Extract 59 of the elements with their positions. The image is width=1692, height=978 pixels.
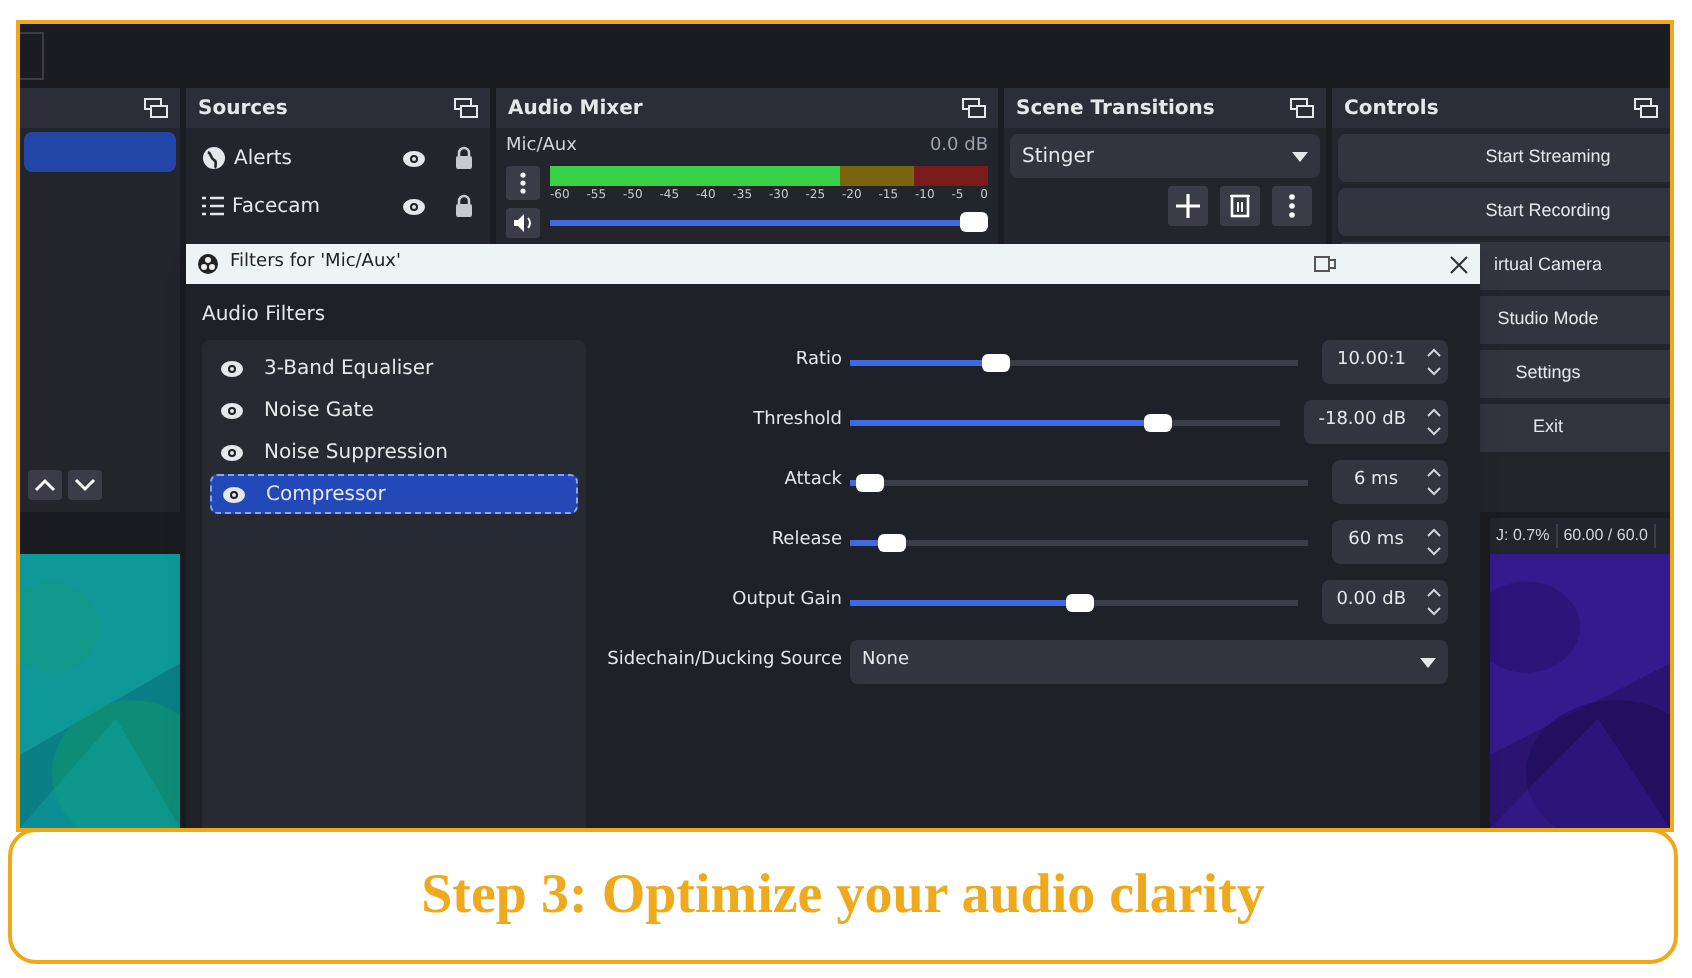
more-icon[interactable] bbox=[506, 165, 540, 199]
property-label: Sidechain/Ducking Source bbox=[605, 648, 842, 675]
spin-box[interactable]: -18.00 dB bbox=[1304, 400, 1448, 444]
property-label: Ratio bbox=[793, 348, 842, 375]
undock-icon[interactable] bbox=[144, 98, 168, 118]
filter-item[interactable]: Compressor bbox=[210, 474, 578, 514]
source-select[interactable]: None bbox=[850, 640, 1448, 684]
filter-item[interactable]: Noise Suppression bbox=[210, 432, 578, 472]
filter-item[interactable]: Noise Gate bbox=[210, 390, 578, 430]
spin-box[interactable]: 60 ms bbox=[1332, 520, 1448, 564]
db-reading: 0.0 dB bbox=[929, 134, 988, 160]
list-icon bbox=[202, 196, 224, 216]
eye-icon[interactable] bbox=[402, 149, 426, 167]
control-button[interactable]: Start Recording bbox=[1338, 188, 1670, 236]
source-name[interactable]: Alerts bbox=[234, 143, 394, 173]
channel-name: Mic/Aux bbox=[506, 134, 577, 160]
dock-title: Sources bbox=[198, 95, 288, 123]
more-icon[interactable] bbox=[1272, 186, 1312, 226]
eye-icon[interactable] bbox=[220, 401, 244, 419]
stat-value: 60.00 / 60.0 bbox=[1557, 524, 1656, 548]
trash-icon[interactable] bbox=[1220, 186, 1260, 226]
app-logo-icon bbox=[198, 254, 218, 274]
caret-icon bbox=[1420, 657, 1436, 667]
snap-icon[interactable] bbox=[1314, 256, 1336, 272]
spin-box[interactable]: 10.00:1 bbox=[1322, 340, 1448, 384]
stat-value: J: 0.7% bbox=[1490, 524, 1558, 548]
eye-icon[interactable] bbox=[222, 485, 246, 503]
eye-icon[interactable] bbox=[220, 359, 244, 377]
dock-title: Scene Transitions bbox=[1016, 95, 1215, 123]
undock-icon[interactable] bbox=[1634, 98, 1658, 118]
filter-item[interactable]: 3-Band Equaliser bbox=[210, 348, 578, 388]
close-icon[interactable] bbox=[1450, 255, 1468, 273]
source-name[interactable]: Facecam bbox=[232, 191, 394, 221]
move-down-icon[interactable] bbox=[68, 470, 102, 500]
property-label: Attack bbox=[782, 468, 842, 495]
property-label: Release bbox=[769, 528, 842, 555]
control-button[interactable]: Start Streaming bbox=[1338, 134, 1670, 182]
property-label: Output Gain bbox=[730, 588, 842, 615]
eye-icon[interactable] bbox=[220, 443, 244, 461]
dock-title: Audio Mixer bbox=[508, 95, 643, 123]
caret-icon bbox=[1292, 151, 1308, 161]
caption-text: Step 3: Optimize your audio clarity bbox=[421, 862, 1265, 930]
move-up-icon[interactable] bbox=[28, 470, 62, 500]
dialog-title: Filters for 'Mic/Aux' bbox=[230, 250, 403, 277]
spin-box[interactable]: 6 ms bbox=[1332, 460, 1448, 504]
speaker-icon[interactable] bbox=[506, 207, 540, 237]
dock-title: Controls bbox=[1344, 95, 1439, 123]
property-label: Threshold bbox=[751, 408, 842, 435]
undock-icon[interactable] bbox=[962, 98, 986, 118]
globe-icon bbox=[202, 146, 226, 170]
lock-icon[interactable] bbox=[454, 194, 474, 218]
undock-icon[interactable] bbox=[454, 98, 478, 118]
spin-box[interactable]: 0.00 dB bbox=[1322, 580, 1448, 624]
section-label: Audio Filters bbox=[202, 302, 328, 330]
lock-icon[interactable] bbox=[454, 146, 474, 170]
add-icon[interactable] bbox=[1168, 186, 1208, 226]
undock-icon[interactable] bbox=[1290, 98, 1314, 118]
transition-select[interactable]: Stinger bbox=[1010, 134, 1320, 178]
eye-icon[interactable] bbox=[402, 197, 426, 215]
